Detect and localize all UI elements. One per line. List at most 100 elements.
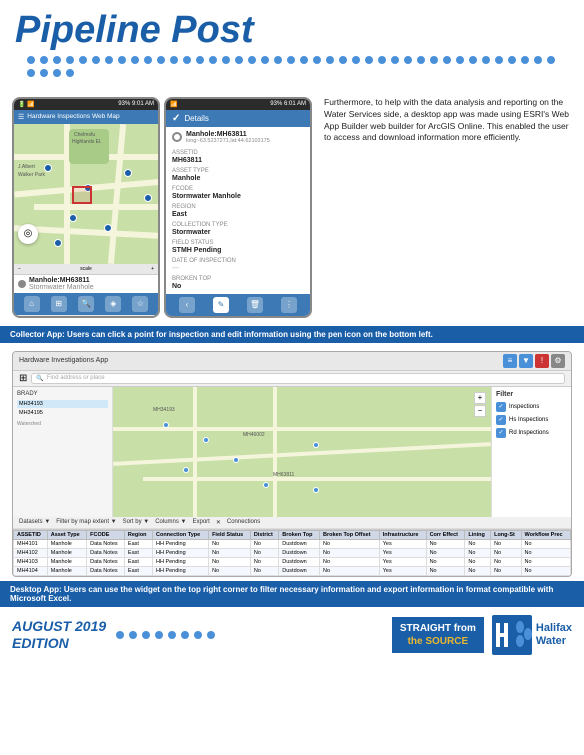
manhole-label-text: Manhole:MH63811 Stormwater Manhole bbox=[29, 277, 94, 291]
footer-dot bbox=[194, 631, 202, 639]
filter-desktop-icon[interactable]: ▼ bbox=[519, 354, 533, 368]
export-btn[interactable]: Export bbox=[193, 519, 210, 525]
sidebar-item1[interactable]: MH34193 bbox=[17, 400, 108, 408]
filter-title: Filter bbox=[496, 391, 567, 398]
sidebar-location: Watershed bbox=[17, 421, 108, 427]
zoom-out-btn[interactable]: − bbox=[18, 266, 21, 272]
table-row: MH4104 Manhole Data Notes East HH Pendin… bbox=[14, 566, 571, 575]
dot bbox=[300, 56, 308, 64]
table-row: MH4102 Manhole Data Notes East HH Pendin… bbox=[14, 548, 571, 557]
connections-btn[interactable]: Connections bbox=[227, 519, 260, 525]
sidebar-item2[interactable]: MH34195 bbox=[17, 409, 108, 417]
dot bbox=[53, 69, 61, 77]
filter-label-2: Hs Inspections bbox=[509, 417, 548, 423]
footer-dot bbox=[168, 631, 176, 639]
location-button[interactable]: ◎ bbox=[18, 224, 38, 244]
footer-dot bbox=[155, 631, 163, 639]
dot bbox=[326, 56, 334, 64]
filter-check-3[interactable]: ✓ bbox=[496, 428, 506, 438]
footer-dot bbox=[142, 631, 150, 639]
close-table-btn[interactable]: ✕ bbox=[216, 519, 221, 526]
alert-icon[interactable]: ! bbox=[535, 354, 549, 368]
detail-field-assetid: ASSETID MH63811 bbox=[172, 150, 304, 164]
dot bbox=[378, 56, 386, 64]
manhole-id: Manhole:MH63811 bbox=[29, 277, 94, 284]
zoom-out-btn[interactable]: − bbox=[474, 405, 486, 417]
manhole-info-row: Manhole:MH63811 long:-63.5237271,lat:44.… bbox=[172, 131, 304, 144]
layers-desktop-icon[interactable]: ⊞ bbox=[19, 373, 27, 384]
phone1-status-right: 93% 9:01 AM bbox=[118, 101, 154, 107]
desktop-caption-text: Desktop App: Users can use the widget on… bbox=[10, 585, 553, 603]
dot bbox=[456, 56, 464, 64]
manhole-detail-coords: long:-63.5237271,lat:44.62103175 bbox=[186, 138, 270, 144]
desktop-map-dot bbox=[263, 482, 269, 488]
layers-icon[interactable]: ⊞ bbox=[51, 296, 67, 312]
bookmark-icon[interactable]: ☆ bbox=[132, 296, 148, 312]
dot bbox=[495, 56, 503, 64]
datasets-btn[interactable]: Datasets ▼ bbox=[19, 519, 50, 525]
search-icon-btn[interactable]: 🔍 bbox=[78, 296, 94, 312]
col-assetid: ASSETID bbox=[14, 530, 48, 539]
filter-extent-btn[interactable]: Filter by map extent ▼ bbox=[56, 519, 116, 525]
detail-field-date: DATE OF INSPECTION — bbox=[172, 258, 304, 272]
col-offset: Broken Top Offset bbox=[319, 530, 379, 539]
filter-panel: Filter ✓ Inspections ✓ Hs Inspections ✓ … bbox=[491, 387, 571, 517]
desktop-table-area: ASSETID Asset Type FCODE Region Connecti… bbox=[13, 529, 571, 576]
col-infra: Infrastructure bbox=[379, 530, 426, 539]
footer-dot bbox=[129, 631, 137, 639]
header-dots bbox=[15, 52, 569, 81]
detail-field-status: FIELD STATUS STMH Pending bbox=[172, 240, 304, 254]
dot bbox=[209, 56, 217, 64]
footer-middle-dots bbox=[106, 631, 392, 639]
desktop-sidebar: BRADY MH34193 MH34195 Watershed bbox=[13, 387, 113, 517]
straight-line2: the SOURCE bbox=[400, 635, 476, 648]
filter-item-rd: ✓ Rd Inspections bbox=[496, 428, 567, 438]
footer-date-line2: EDITION bbox=[12, 635, 106, 652]
dot bbox=[430, 56, 438, 64]
dot bbox=[66, 56, 74, 64]
col-region: Region bbox=[124, 530, 152, 539]
toolbar-icons: ≡ ▼ ! ⚙ bbox=[503, 354, 565, 368]
data-table: ASSETID Asset Type FCODE Region Connecti… bbox=[13, 530, 571, 576]
dot bbox=[287, 56, 295, 64]
dot bbox=[365, 56, 373, 64]
phone1-map-area: ◎ Chelmsfu Highlands El. J.Albert Walker… bbox=[14, 124, 158, 264]
desktop-map-dot bbox=[163, 422, 169, 428]
search-placeholder: Find address or place bbox=[47, 375, 105, 381]
settings-desktop-icon[interactable]: ⚙ bbox=[551, 354, 565, 368]
detail-field-collection: COLLECTION TYPE Stormwater bbox=[172, 222, 304, 236]
hamburger-desktop-icon[interactable]: ≡ bbox=[503, 354, 517, 368]
phone1-status-left: 🔋 📶 bbox=[18, 101, 35, 108]
dot bbox=[222, 56, 230, 64]
check-icon[interactable]: ✓ bbox=[172, 113, 180, 124]
zoom-in-btn[interactable]: + bbox=[474, 392, 486, 404]
hamburger-icon[interactable]: ☰ bbox=[18, 113, 24, 121]
manhole-detail-id: Manhole:MH63811 bbox=[186, 131, 270, 138]
sort-btn[interactable]: Sort by ▼ bbox=[123, 519, 150, 525]
filter-check-1[interactable]: ✓ bbox=[496, 402, 506, 412]
back-btn[interactable]: ‹ bbox=[179, 297, 195, 313]
mobile-screens-container: 🔋 📶 93% 9:01 AM ☰ Hardware Inspections W… bbox=[12, 97, 312, 318]
col-longst: Long-St bbox=[491, 530, 521, 539]
details-title: Details bbox=[184, 114, 208, 123]
filter-check-2[interactable]: ✓ bbox=[496, 415, 506, 425]
filter-item-hs: ✓ Hs Inspections bbox=[496, 415, 567, 425]
delete-btn[interactable]: 🗑 bbox=[247, 297, 263, 313]
desktop-map-label3: MH63811 bbox=[273, 472, 294, 478]
phone1-nav-title: Hardware Inspections Web Map bbox=[27, 113, 119, 120]
search-icon: 🔍 bbox=[36, 375, 43, 382]
dot bbox=[105, 56, 113, 64]
phone1-bottom-bar: ⌂ ⊞ 🔍 ◈ ☆ bbox=[14, 293, 158, 315]
dot bbox=[157, 56, 165, 64]
map-label4: Walker Park bbox=[18, 172, 45, 178]
desktop-map-label: MH34193 bbox=[153, 407, 175, 413]
home-icon[interactable]: ⌂ bbox=[24, 296, 40, 312]
zoom-in-btn[interactable]: + bbox=[151, 266, 154, 272]
search-bar[interactable]: 🔍 Find address or place bbox=[31, 373, 565, 384]
edit-pencil-btn[interactable]: ✎ bbox=[213, 297, 229, 313]
more-btn[interactable]: ⋮ bbox=[281, 297, 297, 313]
halifax-water-text: Halifax Water bbox=[536, 622, 572, 648]
collect-icon[interactable]: ◈ bbox=[105, 296, 121, 312]
dot bbox=[547, 56, 555, 64]
columns-btn[interactable]: Columns ▼ bbox=[155, 519, 186, 525]
